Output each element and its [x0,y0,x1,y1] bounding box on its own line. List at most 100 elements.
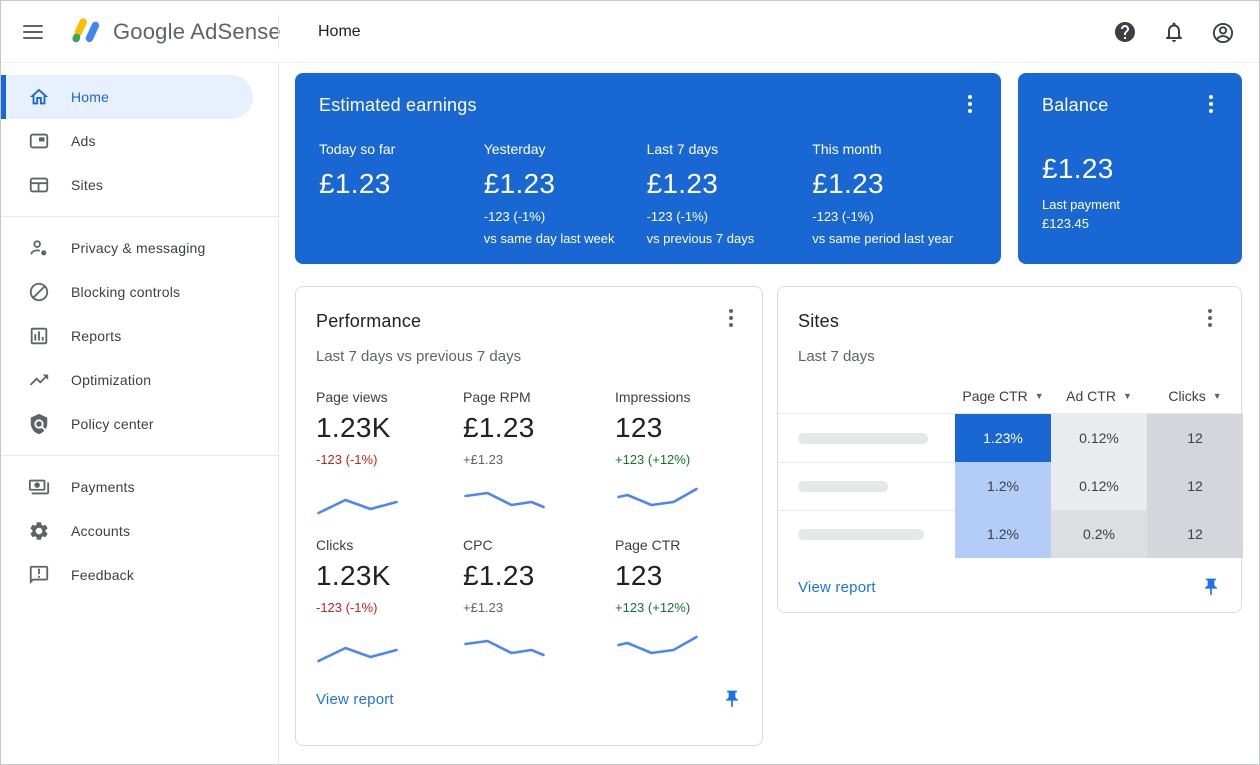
card-title: Balance [1042,95,1218,116]
site-name-cell [778,510,955,558]
sites-icon [28,174,50,196]
metric-value: 1.23K [316,560,463,592]
sidebar-item-label: Accounts [71,523,130,539]
sidebar-item-label: Home [71,89,109,105]
more-options-icon[interactable] [1202,95,1220,113]
topbar-divider [278,15,279,49]
stat-label: Today so far [319,141,484,157]
sidebar-item-reports[interactable]: Reports [1,314,278,358]
stat-label: Last 7 days [647,141,813,157]
adsense-logo-icon [70,16,102,48]
sidebar-item-label: Blocking controls [71,284,180,300]
sidebar-item-home[interactable]: Home [1,75,253,119]
metric-cpc: CPC £1.23 +£1.23 [463,537,615,685]
table-row: 1.2% 0.12% 12 [778,462,1241,510]
pin-icon[interactable] [1201,577,1221,597]
column-header-clicks[interactable]: Clicks ▼ [1147,388,1243,404]
clicks-cell: 12 [1147,462,1243,510]
card-title: Estimated earnings [319,95,977,116]
column-label: Page CTR [962,388,1027,404]
metric-value: £1.23 [463,560,615,592]
performance-card: Performance Last 7 days vs previous 7 da… [295,286,763,746]
site-name-cell [778,462,955,510]
metric-change: +123 (+12%) [615,452,742,467]
metric-change: +£1.23 [463,452,615,467]
feedback-icon [28,564,50,586]
card-subtitle: Last 7 days vs previous 7 days [316,348,742,365]
metric-change: -123 (-1%) [316,600,463,615]
stat-change: -123 (-1%) [647,209,813,224]
help-icon[interactable] [1113,20,1137,44]
column-header-page-ctr[interactable]: Page CTR ▼ [955,388,1051,404]
hamburger-menu-icon[interactable] [23,25,43,39]
metric-label: Page views [316,389,463,405]
metric-page-ctr: Page CTR 123 +123 (+12%) [615,537,742,685]
adsense-home-page: Google AdSense Home Home [0,0,1260,765]
page-ctr-cell: 1.2% [955,462,1051,510]
accounts-gear-icon [28,520,50,542]
sidebar-item-privacy-messaging[interactable]: Privacy & messaging [1,226,278,270]
adsense-logo: Google AdSense [70,16,281,48]
stat-change: -123 (-1%) [484,209,647,224]
clicks-cell: 12 [1147,414,1243,462]
performance-footer: View report [316,689,742,709]
ad-ctr-cell: 0.12% [1051,462,1147,510]
metric-change: +£1.23 [463,600,615,615]
metric-label: Page RPM [463,389,615,405]
site-name-placeholder [798,529,924,540]
metric-label: Page CTR [615,537,742,553]
metric-value: 1.23K [316,412,463,444]
more-options-icon[interactable] [722,309,740,327]
metric-value: 123 [615,412,742,444]
sidebar-divider [1,216,278,217]
stat-value: £1.23 [647,168,813,200]
topbar: Google AdSense Home [1,1,1259,63]
sparkline-chart [316,487,401,517]
sparkline-chart [615,635,700,665]
column-header-ad-ctr[interactable]: Ad CTR ▼ [1051,388,1147,404]
notifications-bell-icon[interactable] [1162,20,1186,44]
sparkline-chart [615,487,700,517]
sidebar-item-label: Optimization [71,372,151,388]
view-report-link[interactable]: View report [316,691,394,708]
card-title: Performance [316,311,742,332]
account-avatar-icon[interactable] [1211,20,1235,44]
sidebar-item-blocking-controls[interactable]: Blocking controls [1,270,278,314]
brand-text: Google AdSense [113,19,281,45]
page-ctr-cell: 1.23% [955,414,1051,462]
last-payment-label: Last payment [1042,197,1218,212]
ad-ctr-cell: 0.12% [1051,414,1147,462]
chevron-down-icon: ▼ [1123,391,1132,401]
metric-change: +123 (+12%) [615,600,742,615]
chevron-down-icon: ▼ [1035,391,1044,401]
sidebar-item-payments[interactable]: Payments [1,465,278,509]
optimization-icon [28,369,50,391]
balance-value: £1.23 [1042,153,1218,185]
earnings-stat: This month £1.23 -123 (-1%) vs same peri… [812,141,977,246]
sidebar-item-label: Privacy & messaging [71,240,206,256]
topbar-actions [1113,20,1235,44]
sidebar-item-sites[interactable]: Sites [1,163,278,207]
metric-label: CPC [463,537,615,553]
sidebar-item-feedback[interactable]: Feedback [1,553,278,597]
sidebar-item-optimization[interactable]: Optimization [1,358,278,402]
balance-card: Balance £1.23 Last payment £123.45 [1018,73,1242,264]
sidebar-item-accounts[interactable]: Accounts [1,509,278,553]
sidebar-item-label: Ads [71,133,96,149]
stat-label: Yesterday [484,141,647,157]
sparkline-chart [316,635,401,665]
pin-icon[interactable] [722,689,742,709]
more-options-icon[interactable] [1201,309,1219,327]
view-report-link[interactable]: View report [798,579,876,596]
privacy-messaging-icon [28,237,50,259]
stat-note: vs same day last week [484,231,647,246]
page-ctr-cell: 1.2% [955,510,1051,558]
more-options-icon[interactable] [961,95,979,113]
earnings-stat: Yesterday £1.23 -123 (-1%) vs same day l… [484,141,647,246]
stat-note: vs previous 7 days [647,231,813,246]
card-title: Sites [798,311,1221,332]
metric-page-rpm: Page RPM £1.23 +£1.23 [463,389,615,537]
sidebar: Home Ads Sites Privacy & messaging Bl [1,63,279,764]
sidebar-item-policy-center[interactable]: Policy center [1,402,278,446]
sidebar-item-ads[interactable]: Ads [1,119,278,163]
